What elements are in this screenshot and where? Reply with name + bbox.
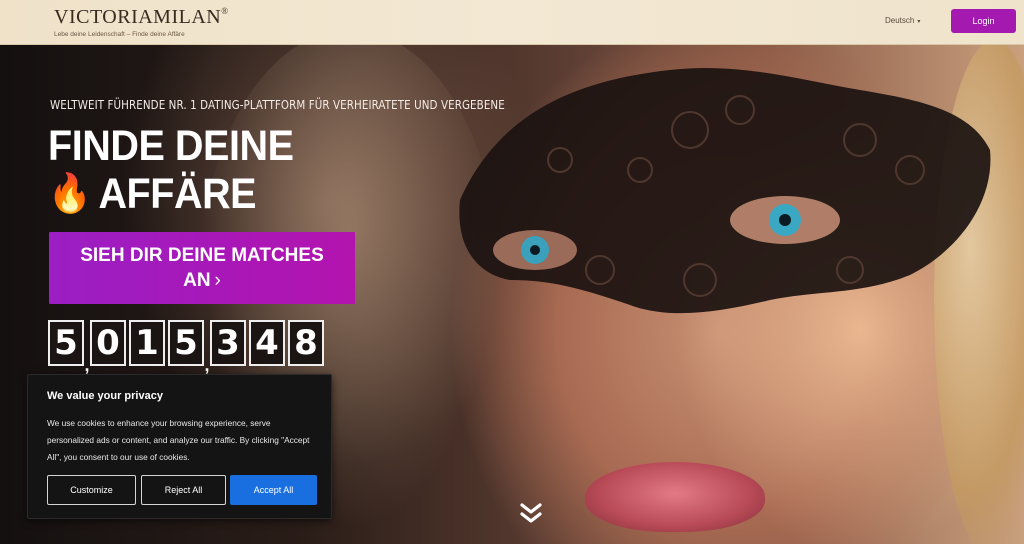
reject-all-button[interactable]: Reject All bbox=[141, 475, 226, 505]
hero-headline: FINDE DEINE 🔥 AFFÄRE bbox=[48, 122, 294, 218]
member-counter: 5 , 0 1 5 , 3 4 8 bbox=[48, 320, 324, 374]
headline-line-2: 🔥 AFFÄRE bbox=[48, 170, 294, 218]
cookie-title: We value your privacy bbox=[47, 390, 163, 402]
caret-down-icon: ▾ bbox=[917, 19, 921, 25]
login-button[interactable]: Login bbox=[951, 9, 1016, 33]
hero-subtitle: WELTWEIT FÜHRENDE NR. 1 DATING-PLATTFORM… bbox=[50, 98, 505, 112]
counter-digit: 1 bbox=[129, 320, 165, 366]
cookie-description: We use cookies to enhance your browsing … bbox=[47, 418, 310, 462]
counter-digit: 8 bbox=[288, 320, 324, 366]
hero-photo-lace-mask bbox=[459, 68, 991, 314]
flame-icon: 🔥 bbox=[48, 173, 92, 215]
chevron-right-icon: › bbox=[214, 270, 221, 291]
counter-digit: 5 bbox=[168, 320, 204, 366]
counter-digit: 4 bbox=[249, 320, 285, 366]
cookie-consent-banner: We value your privacy We use cookies to … bbox=[27, 374, 332, 519]
cta-label-line-2: AN bbox=[183, 270, 211, 291]
cta-label-line-1: SIEH DIR DEINE MATCHES bbox=[80, 245, 324, 266]
language-selector[interactable]: Deutsch ▾ bbox=[885, 16, 920, 25]
logo-wordmark: VictoriaMilan® bbox=[54, 6, 229, 29]
logo-registered-mark: ® bbox=[221, 6, 229, 16]
accept-all-button[interactable]: Accept All bbox=[230, 475, 317, 505]
site-header: VictoriaMilan® Lebe deine Leidenschaft –… bbox=[0, 0, 1024, 45]
counter-digit: 5 bbox=[48, 320, 84, 366]
hero-photo-lips bbox=[585, 462, 765, 532]
customize-button[interactable]: Customize bbox=[47, 475, 136, 505]
see-matches-button[interactable]: SIEH DIR DEINE MATCHES AN › bbox=[49, 232, 355, 304]
double-chevron-down-icon[interactable] bbox=[518, 502, 544, 526]
logo-text: VictoriaMilan bbox=[54, 6, 222, 28]
counter-digit: 0 bbox=[90, 320, 126, 366]
headline-line-1: FINDE DEINE bbox=[48, 122, 294, 170]
headline-line-2-text: AFFÄRE bbox=[98, 170, 257, 218]
language-label: Deutsch bbox=[885, 16, 915, 25]
site-logo[interactable]: VictoriaMilan® Lebe deine Leidenschaft –… bbox=[54, 6, 229, 38]
logo-tagline: Lebe deine Leidenschaft – Finde deine Af… bbox=[54, 31, 185, 38]
counter-digit: 3 bbox=[210, 320, 246, 366]
